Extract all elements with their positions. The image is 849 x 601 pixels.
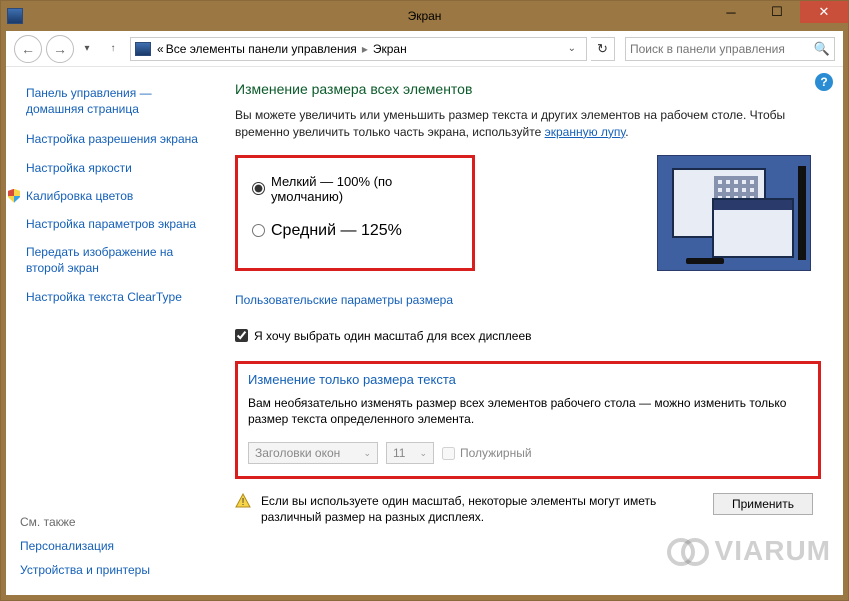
svg-text:!: !	[242, 497, 245, 508]
chevron-down-icon: ⌄	[363, 448, 371, 459]
one-scale-checkbox-row[interactable]: Я хочу выбрать один масштаб для всех дис…	[235, 329, 821, 343]
main-panel: ? Изменение размера всех элементов Вы мо…	[221, 67, 843, 595]
breadcrumb-parent[interactable]: Все элементы панели управления	[166, 42, 357, 56]
see-also-devices-printers[interactable]: Устройства и принтеры	[20, 563, 210, 577]
up-button[interactable]: ↑	[104, 35, 122, 63]
close-button[interactable]: ✕	[800, 1, 848, 23]
display-preview-icon	[657, 155, 811, 271]
scale-small-label: Мелкий — 100% (по умолчанию)	[271, 174, 458, 204]
sidebar-item-resolution[interactable]: Настройка разрешения экрана	[26, 131, 209, 147]
text-size-section: Изменение только размера текста Вам необ…	[235, 361, 821, 480]
text-size-description: Вам необязательно изменять размер всех э…	[248, 395, 808, 429]
warning-icon: !	[235, 493, 251, 509]
help-icon[interactable]: ?	[815, 73, 833, 91]
page-heading: Изменение размера всех элементов	[235, 81, 821, 97]
watermark-logo-icon	[667, 538, 709, 564]
refresh-button[interactable]: ↻	[591, 37, 615, 61]
bold-label: Полужирный	[460, 446, 532, 460]
scale-medium-option[interactable]: Средний — 125%	[252, 222, 458, 240]
text-item-select[interactable]: Заголовки окон ⌄	[248, 442, 378, 464]
sidebar-item-brightness[interactable]: Настройка яркости	[26, 160, 209, 176]
search-input[interactable]	[630, 42, 810, 56]
bold-checkbox[interactable]	[442, 447, 455, 460]
navigation-bar: ← → ▾ ↑ « Все элементы панели управления…	[6, 31, 843, 67]
footer-warning-text: Если вы используете один масштаб, некото…	[261, 493, 703, 525]
watermark: VIARUM	[667, 535, 831, 567]
custom-size-link[interactable]: Пользовательские параметры размера	[235, 293, 453, 307]
breadcrumb-sep-icon: ▸	[359, 42, 371, 56]
back-button[interactable]: ←	[14, 35, 42, 63]
search-box[interactable]: 🔍	[625, 37, 835, 61]
scale-medium-radio[interactable]	[252, 224, 265, 237]
sidebar-item-display-settings[interactable]: Настройка параметров экрана	[26, 216, 209, 232]
minimize-button[interactable]: ─	[708, 1, 754, 23]
maximize-button[interactable]: ☐	[754, 1, 800, 23]
sidebar-item-project[interactable]: Передать изображение на второй экран	[26, 244, 209, 276]
scale-medium-label: Средний — 125%	[271, 222, 402, 240]
scale-small-option[interactable]: Мелкий — 100% (по умолчанию)	[252, 174, 458, 204]
breadcrumb-dropdown-icon[interactable]: ⌄	[562, 43, 582, 54]
see-also-personalization[interactable]: Персонализация	[20, 539, 210, 553]
see-also-heading: См. также	[20, 515, 210, 529]
forward-button[interactable]: →	[46, 35, 74, 63]
bold-checkbox-row[interactable]: Полужирный	[442, 446, 532, 460]
content-area: Панель управления — домашняя страница На…	[6, 67, 843, 595]
chevron-down-icon: ⌄	[419, 448, 427, 459]
breadcrumb[interactable]: « Все элементы панели управления ▸ Экран…	[130, 37, 587, 61]
magnifier-link[interactable]: экранную лупу	[545, 125, 626, 139]
titlebar[interactable]: Экран ─ ☐ ✕	[1, 1, 848, 31]
breadcrumb-current[interactable]: Экран	[373, 42, 407, 56]
text-size-select[interactable]: 11 ⌄	[386, 442, 434, 464]
one-scale-checkbox[interactable]	[235, 329, 248, 342]
window-frame: Экран ─ ☐ ✕ ← → ▾ ↑ « Все элементы панел…	[0, 0, 849, 601]
history-dropdown[interactable]: ▾	[78, 35, 96, 63]
scale-small-radio[interactable]	[252, 182, 265, 195]
sidebar-item-color-calibration[interactable]: Калибровка цветов	[26, 188, 209, 204]
sidebar-item-cleartype[interactable]: Настройка текста ClearType	[26, 289, 209, 305]
apply-button[interactable]: Применить	[713, 493, 813, 515]
one-scale-label: Я хочу выбрать один масштаб для всех дис…	[254, 329, 532, 343]
see-also-section: См. также Персонализация Устройства и пр…	[20, 515, 210, 587]
text-size-heading: Изменение только размера текста	[248, 372, 808, 387]
location-icon	[135, 42, 151, 56]
breadcrumb-prefix: «	[157, 42, 164, 56]
page-description: Вы можете увеличить или уменьшить размер…	[235, 107, 821, 141]
sidebar: Панель управления — домашняя страница На…	[6, 67, 221, 595]
control-panel-home-link[interactable]: Панель управления — домашняя страница	[26, 85, 209, 117]
scale-options-group: Мелкий — 100% (по умолчанию) Средний — 1…	[235, 155, 475, 271]
search-icon: 🔍	[814, 41, 830, 57]
